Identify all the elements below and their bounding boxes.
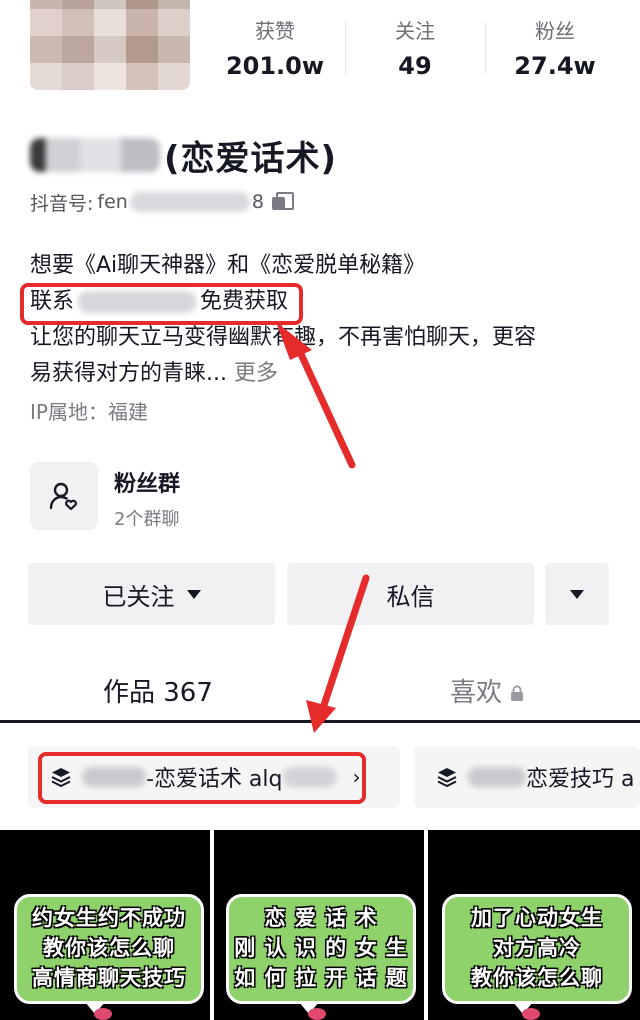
- stat-followers-value: 27.4w: [514, 52, 596, 80]
- tab-underline: [0, 720, 640, 723]
- annotation-box-collection: [38, 752, 366, 804]
- collection-2-name-redaction: [468, 767, 526, 787]
- thumbnail-2-line-1: 恋 爱 话 术: [264, 906, 378, 930]
- tab-likes[interactable]: 喜欢: [450, 672, 524, 709]
- stat-following[interactable]: 关注 49: [345, 14, 485, 94]
- douyin-id-redaction: [129, 192, 250, 212]
- stat-likes[interactable]: 获赞 201.0w: [205, 14, 345, 94]
- fan-group-icon[interactable]: [30, 462, 98, 530]
- name-suffix: (恋爱话术): [164, 138, 338, 179]
- followed-button[interactable]: 已关注: [28, 563, 275, 625]
- name-redaction: [30, 138, 160, 172]
- thumbnail-decoration: [308, 1008, 326, 1020]
- dropdown-triangle-icon: [570, 589, 584, 599]
- thumbnail-3-line-3: 教你该怎么聊: [471, 966, 603, 990]
- fan-group-title[interactable]: 粉丝群: [114, 466, 180, 498]
- bio-line-1: 想要《Ai聊天神器》和《恋爱脱单秘籍》: [30, 253, 426, 278]
- avatar[interactable]: [30, 0, 190, 90]
- video-thumbnail-1[interactable]: 约女生约不成功 教你该怎么聊 高情商聊天技巧: [0, 830, 210, 1020]
- thumbnail-1-line-3: 高情商聊天技巧: [32, 966, 186, 990]
- thumbnail-1-line-2: 教你该怎么聊: [43, 936, 175, 960]
- stat-following-value: 49: [398, 52, 432, 80]
- profile-stats: 获赞 201.0w 关注 49 粉丝 27.4w: [205, 14, 625, 94]
- bio-line-4-text: 易获得对方的青睐...: [30, 361, 227, 386]
- stat-followers-label: 粉丝: [535, 19, 575, 43]
- ip-location: IP属地：福建: [30, 400, 148, 424]
- stat-following-label: 关注: [395, 19, 435, 43]
- douyin-id-label: 抖音号:: [30, 192, 94, 215]
- stat-likes-value: 201.0w: [225, 52, 325, 80]
- thumbnail-caption-bubble: 约女生约不成功 教你该怎么聊 高情商聊天技巧: [14, 894, 204, 1004]
- followed-button-label: 已关注: [102, 582, 175, 611]
- thumbnail-1-line-1: 约女生约不成功: [32, 906, 186, 930]
- douyin-id-row: 抖音号: fen 8: [30, 188, 294, 216]
- lock-icon: [511, 684, 524, 701]
- stat-likes-label: 获赞: [255, 19, 295, 43]
- collection-2-label: 恋爱技巧 a: [526, 767, 635, 792]
- thumbnail-2-line-3: 如 何 拉 开 话 题: [234, 966, 408, 990]
- collection-stack-icon: [437, 768, 457, 788]
- copy-icon[interactable]: [271, 192, 294, 212]
- message-button-label: 私信: [386, 582, 435, 611]
- stat-followers[interactable]: 粉丝 27.4w: [485, 14, 625, 94]
- message-button[interactable]: 私信: [287, 563, 534, 625]
- annotation-box-contact: [20, 283, 303, 325]
- douyin-id-prefix: fen: [97, 191, 128, 213]
- more-options-button[interactable]: [545, 563, 609, 625]
- dropdown-triangle-icon: [186, 589, 201, 599]
- annotation-arrow-down-head: [306, 700, 336, 733]
- bio-more-link[interactable]: 更多: [234, 361, 278, 386]
- tab-likes-label: 喜欢: [450, 678, 503, 708]
- thumbnail-caption-bubble: 加了心动女生 对方高冷 教你该怎么聊: [442, 894, 632, 1004]
- fan-group-subtitle: 2个群聊: [114, 509, 180, 530]
- thumbnail-decoration: [94, 1008, 112, 1020]
- thumbnail-decoration: [522, 1008, 540, 1020]
- thumbnail-3-line-2: 对方高冷: [493, 936, 581, 960]
- douyin-id-suffix: 8: [251, 191, 264, 213]
- collection-card-2[interactable]: 恋爱技巧 a: [414, 746, 640, 808]
- fan-group-svg: [49, 482, 77, 511]
- thumbnail-caption-bubble: 恋 爱 话 术 刚 认 识 的 女 生 如 何 拉 开 话 题: [226, 894, 416, 1004]
- bio-line-3: 让您的聊天立马变得幽默有趣，不再害怕聊天，更容: [30, 325, 537, 350]
- profile-name: (恋爱话术): [30, 130, 337, 180]
- video-thumbnail-2[interactable]: 恋 爱 话 术 刚 认 识 的 女 生 如 何 拉 开 话 题: [214, 830, 424, 1020]
- video-thumbnail-3[interactable]: 加了心动女生 对方高冷 教你该怎么聊: [428, 830, 640, 1020]
- thumbnail-2-line-2: 刚 认 识 的 女 生: [234, 936, 408, 960]
- thumbnail-3-line-1: 加了心动女生: [471, 906, 603, 930]
- bio-line-4: 易获得对方的青睐... 更多: [30, 356, 610, 392]
- tab-works[interactable]: 作品 367: [103, 672, 213, 709]
